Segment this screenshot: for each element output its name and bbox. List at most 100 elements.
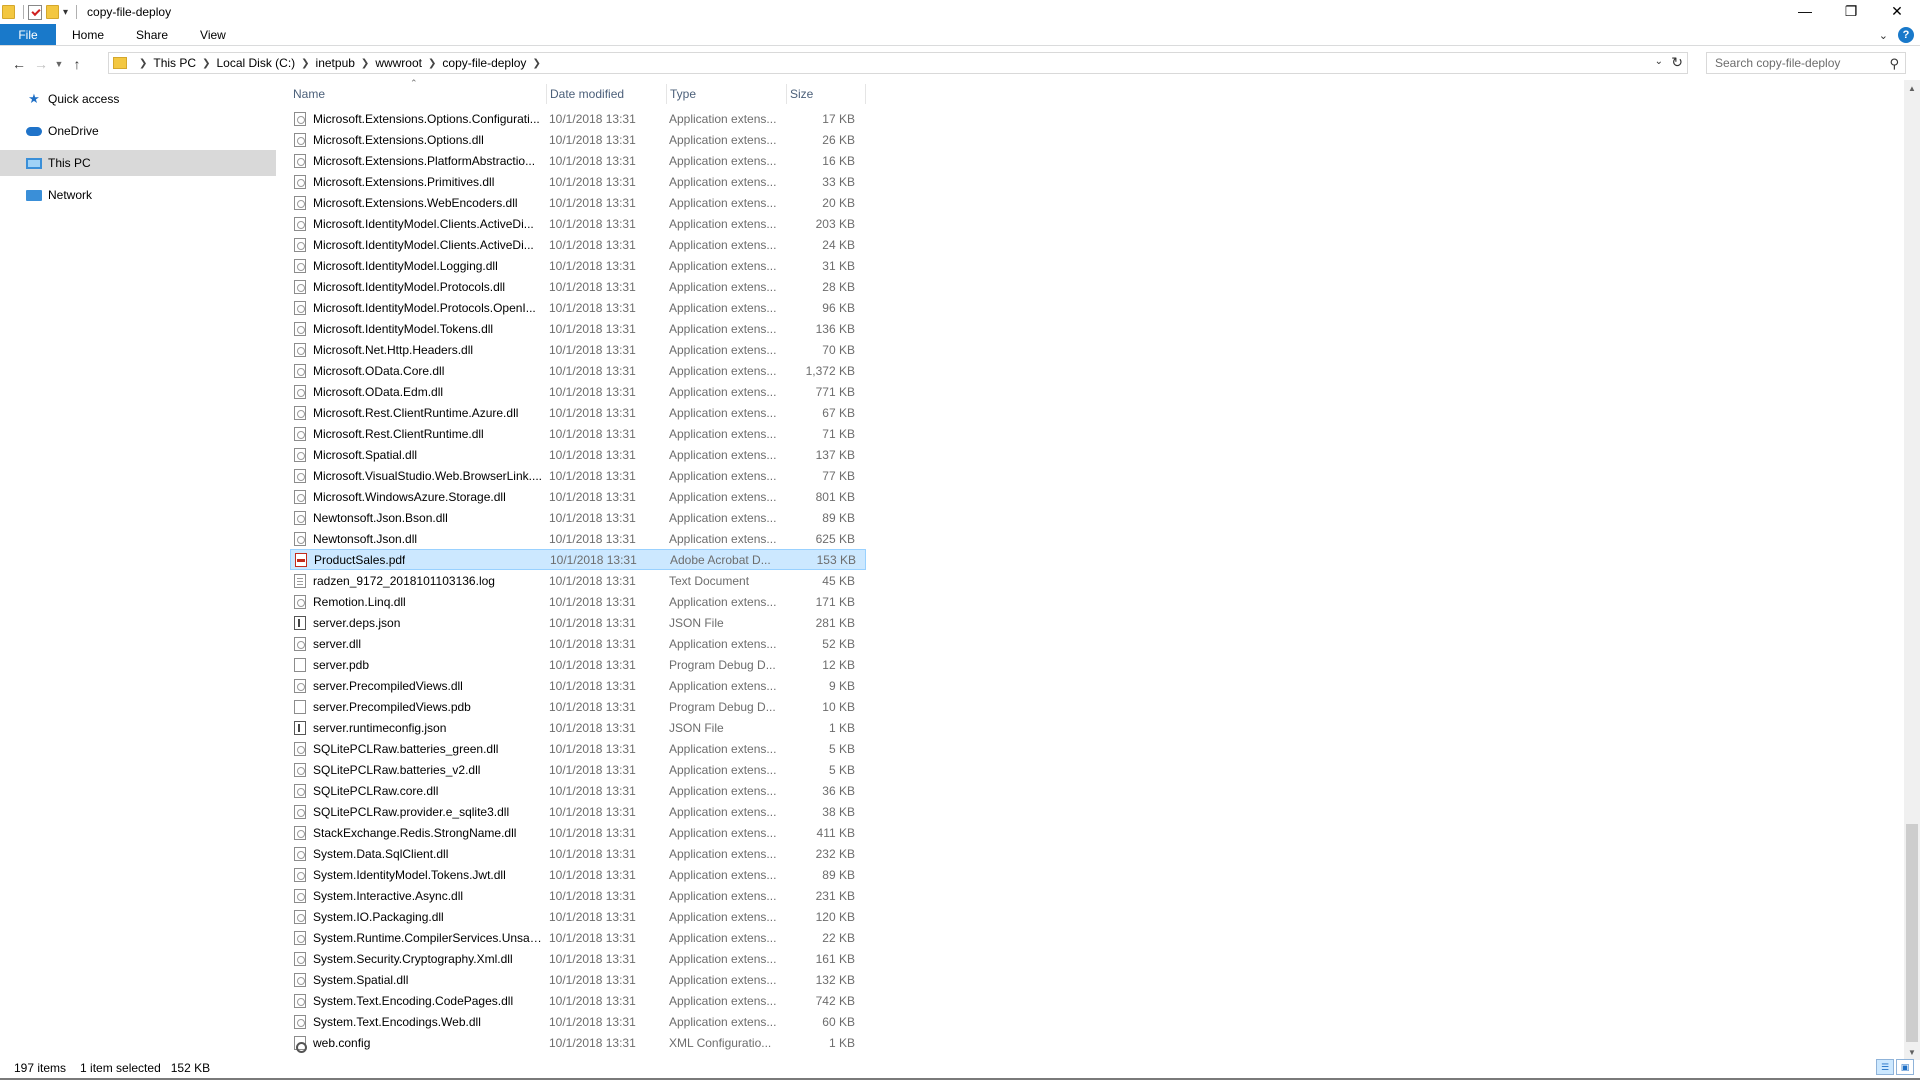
file-row[interactable]: System.IdentityModel.Tokens.Jwt.dll 10/1/…	[290, 864, 866, 885]
new-folder-icon[interactable]	[46, 5, 59, 19]
file-row[interactable]: Microsoft.IdentityModel.Clients.ActiveDi…	[290, 234, 866, 255]
tab-view[interactable]: View	[184, 24, 242, 45]
file-name-cell[interactable]: server.runtimeconfig.json	[290, 717, 543, 738]
vertical-scrollbar[interactable]: ▲ ▼	[1904, 80, 1920, 1060]
file-name-cell[interactable]: Microsoft.IdentityModel.Clients.ActiveDi…	[290, 234, 543, 255]
file-row[interactable]: Microsoft.Net.Http.Headers.dll 10/1/2018 …	[290, 339, 866, 360]
file-name-cell[interactable]: System.Text.Encoding.CodePages.dll	[290, 990, 543, 1011]
file-row[interactable]: Microsoft.IdentityModel.Logging.dll 10/1/…	[290, 255, 866, 276]
file-row[interactable]: SQLitePCLRaw.batteries_green.dll 10/1/201…	[290, 738, 866, 759]
breadcrumb-inetpub[interactable]: inetpub	[316, 56, 355, 70]
column-header-date-modified[interactable]: Date modified	[547, 84, 667, 104]
file-name-cell[interactable]: ProductSales.pdf	[291, 549, 544, 570]
file-name-cell[interactable]: Microsoft.Extensions.WebEncoders.dll	[290, 192, 543, 213]
chevron-down-icon[interactable]: ⌄	[1655, 56, 1663, 67]
refresh-icon[interactable]: ↻	[1671, 54, 1683, 71]
file-name-cell[interactable]: System.IdentityModel.Tokens.Jwt.dll	[290, 864, 543, 885]
back-arrow-icon[interactable]: ←	[8, 53, 30, 75]
file-row[interactable]: server.dll 10/1/2018 13:31 Application ext…	[290, 633, 866, 654]
file-name-cell[interactable]: Microsoft.OData.Edm.dll	[290, 381, 543, 402]
file-name-cell[interactable]: System.IO.Packaging.dll	[290, 906, 543, 927]
nav-item-network[interactable]: Network	[0, 182, 276, 208]
file-row[interactable]: server.deps.json 10/1/2018 13:31 JSON File…	[290, 612, 866, 633]
file-row[interactable]: server.runtimeconfig.json 10/1/2018 13:31…	[290, 717, 866, 738]
file-name-cell[interactable]: Microsoft.VisualStudio.Web.BrowserLink..…	[290, 465, 543, 486]
file-name-cell[interactable]: Microsoft.Extensions.Primitives.dll	[290, 171, 543, 192]
file-name-cell[interactable]: Newtonsoft.Json.dll	[290, 528, 543, 549]
forward-arrow-icon[interactable]: →	[30, 53, 52, 75]
file-name-cell[interactable]: SQLitePCLRaw.provider.e_sqlite3.dll	[290, 801, 543, 822]
file-name-cell[interactable]: Microsoft.IdentityModel.Protocols.OpenI.…	[290, 297, 543, 318]
restore-button[interactable]: ❐	[1828, 0, 1874, 22]
chevron-right-icon[interactable]: ❯	[532, 58, 540, 69]
tab-share[interactable]: Share	[120, 24, 184, 45]
file-name-cell[interactable]: System.Interactive.Async.dll	[290, 885, 543, 906]
file-name-cell[interactable]: SQLitePCLRaw.batteries_green.dll	[290, 738, 543, 759]
file-name-cell[interactable]: server.dll	[290, 633, 543, 654]
recent-locations-icon[interactable]: ▼	[52, 59, 66, 69]
file-row[interactable]: System.Interactive.Async.dll 10/1/2018 13…	[290, 885, 866, 906]
properties-icon[interactable]	[28, 4, 42, 20]
search-box[interactable]: ⚲	[1706, 52, 1906, 74]
nav-item-quick-access[interactable]: ★ Quick access	[0, 86, 276, 112]
file-row[interactable]: Microsoft.Extensions.PlatformAbstractio.…	[290, 150, 866, 171]
up-arrow-icon[interactable]: ↑	[66, 53, 88, 75]
file-name-cell[interactable]: Microsoft.Spatial.dll	[290, 444, 543, 465]
file-name-cell[interactable]: Microsoft.Extensions.Options.dll	[290, 129, 543, 150]
close-button[interactable]: ✕	[1874, 0, 1920, 22]
nav-item-onedrive[interactable]: OneDrive	[0, 118, 276, 144]
file-name-cell[interactable]: System.Text.Encodings.Web.dll	[290, 1011, 543, 1032]
chevron-right-icon[interactable]: ❯	[202, 58, 210, 69]
file-row[interactable]: System.Security.Cryptography.Xml.dll 10/1…	[290, 948, 866, 969]
breadcrumb-local-disk[interactable]: Local Disk (C:)	[216, 56, 295, 70]
file-row[interactable]: StackExchange.Redis.StrongName.dll 10/1/2…	[290, 822, 866, 843]
column-header-type[interactable]: Type	[667, 84, 787, 104]
file-row[interactable]: SQLitePCLRaw.core.dll 10/1/2018 13:31 Appl…	[290, 780, 866, 801]
file-row[interactable]: System.Text.Encoding.CodePages.dll 10/1/2…	[290, 990, 866, 1011]
chevron-right-icon[interactable]: ❯	[428, 58, 436, 69]
file-row[interactable]: ProductSales.pdf 10/1/2018 13:31 Adobe Acr…	[290, 549, 866, 570]
column-header-size[interactable]: Size	[787, 84, 866, 104]
qat-dropdown-icon[interactable]: ▾	[63, 7, 68, 18]
file-name-cell[interactable]: System.Data.SqlClient.dll	[290, 843, 543, 864]
file-name-cell[interactable]: Microsoft.IdentityModel.Clients.ActiveDi…	[290, 213, 543, 234]
column-header-name[interactable]: Name	[290, 84, 547, 104]
file-row[interactable]: Microsoft.Extensions.Options.Configurati…	[290, 108, 866, 129]
file-row[interactable]: Newtonsoft.Json.dll 10/1/2018 13:31 Applic…	[290, 528, 866, 549]
file-name-cell[interactable]: Microsoft.IdentityModel.Protocols.dll	[290, 276, 543, 297]
file-row[interactable]: Microsoft.Extensions.Primitives.dll 10/1/…	[290, 171, 866, 192]
file-name-cell[interactable]: SQLitePCLRaw.batteries_v2.dll	[290, 759, 543, 780]
minimize-button[interactable]: —	[1782, 0, 1828, 22]
file-row[interactable]: Microsoft.Spatial.dll 10/1/2018 13:31 Appl…	[290, 444, 866, 465]
scrollbar-thumb[interactable]	[1906, 824, 1918, 1042]
tab-home[interactable]: Home	[56, 24, 120, 45]
file-row[interactable]: Microsoft.Extensions.Options.dll 10/1/201…	[290, 129, 866, 150]
file-row[interactable]: radzen_9172_2018101103136.log 10/1/2018 1…	[290, 570, 866, 591]
breadcrumb-this-pc[interactable]: This PC	[153, 56, 196, 70]
file-name-cell[interactable]: StackExchange.Redis.StrongName.dll	[290, 822, 543, 843]
file-name-cell[interactable]: System.Security.Cryptography.Xml.dll	[290, 948, 543, 969]
file-row[interactable]: server.pdb 10/1/2018 13:31 Program Debug D…	[290, 654, 866, 675]
file-row[interactable]: SQLitePCLRaw.batteries_v2.dll 10/1/2018 1…	[290, 759, 866, 780]
file-row[interactable]: Microsoft.IdentityModel.Protocols.OpenI.…	[290, 297, 866, 318]
file-name-cell[interactable]: server.PrecompiledViews.pdb	[290, 696, 543, 717]
scroll-up-arrow-icon[interactable]: ▲	[1904, 80, 1920, 96]
file-row[interactable]: Microsoft.IdentityModel.Tokens.dll 10/1/2…	[290, 318, 866, 339]
file-name-cell[interactable]: SQLitePCLRaw.core.dll	[290, 780, 543, 801]
file-row[interactable]: Remotion.Linq.dll 10/1/2018 13:31 Applicat…	[290, 591, 866, 612]
breadcrumb-copy-file-deploy[interactable]: copy-file-deploy	[442, 56, 526, 70]
file-name-cell[interactable]: Microsoft.Extensions.Options.Configurati…	[290, 108, 543, 129]
file-row[interactable]: server.PrecompiledViews.dll 10/1/2018 13:…	[290, 675, 866, 696]
file-name-cell[interactable]: server.PrecompiledViews.dll	[290, 675, 543, 696]
search-input[interactable]	[1715, 56, 1875, 70]
file-name-cell[interactable]: System.Spatial.dll	[290, 969, 543, 990]
file-name-cell[interactable]: server.deps.json	[290, 612, 543, 633]
tab-file[interactable]: File	[0, 24, 56, 45]
file-row[interactable]: server.PrecompiledViews.pdb 10/1/2018 13:…	[290, 696, 866, 717]
file-name-cell[interactable]: Microsoft.OData.Core.dll	[290, 360, 543, 381]
file-row[interactable]: System.Data.SqlClient.dll 10/1/2018 13:31…	[290, 843, 866, 864]
file-row[interactable]: System.Spatial.dll 10/1/2018 13:31 Applica…	[290, 969, 866, 990]
file-row[interactable]: Microsoft.Extensions.WebEncoders.dll 10/1…	[290, 192, 866, 213]
file-row[interactable]: Microsoft.Rest.ClientRuntime.dll 10/1/201…	[290, 423, 866, 444]
file-name-cell[interactable]: Microsoft.Rest.ClientRuntime.Azure.dll	[290, 402, 543, 423]
